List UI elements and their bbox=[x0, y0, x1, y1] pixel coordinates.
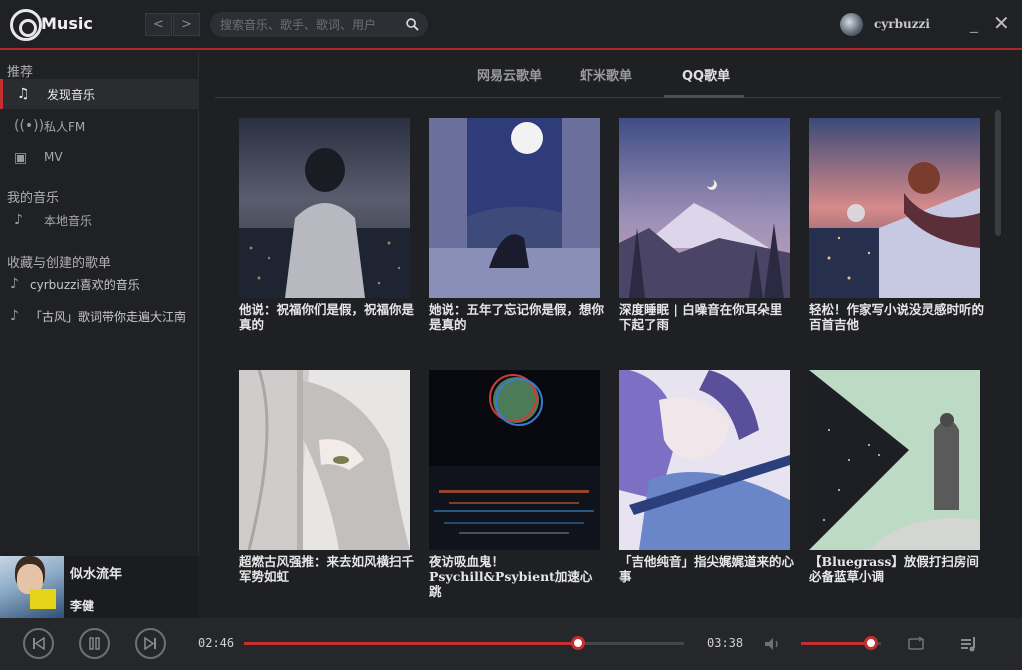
current-time: 02:46 bbox=[198, 636, 235, 650]
music-note-icon: ♫ bbox=[17, 86, 30, 102]
music-note-icon: ♪ bbox=[14, 212, 23, 228]
sidebar-item-private-fm[interactable]: ((•)) 私人FM bbox=[0, 111, 199, 141]
sidebar-playlist-liked[interactable]: ♪ cyrbuzzi喜欢的音乐 bbox=[0, 269, 199, 299]
sidebar-item-local-music[interactable]: ♪ 本地音乐 bbox=[0, 205, 199, 235]
username[interactable]: cyrbuzzi bbox=[874, 17, 930, 31]
playlist-title[interactable]: 超燃古风强推：来去如风横扫千军势如虹 bbox=[239, 554, 414, 584]
playlist-cover[interactable] bbox=[429, 118, 600, 298]
playlist-cover[interactable] bbox=[619, 118, 790, 298]
main-content: 网易云歌单 虾米歌单 QQ歌单 他说：祝福你们是假，祝福你是真的 她说：五年了忘… bbox=[200, 52, 1022, 618]
sidebar-item-label: 私人FM bbox=[44, 120, 86, 134]
user-avatar[interactable] bbox=[840, 13, 863, 36]
sidebar-item-discover-music[interactable]: ♫ 发现音乐 bbox=[0, 79, 199, 109]
volume-fill bbox=[801, 642, 871, 645]
playlist-title[interactable]: 深度睡眠 | 白噪音在你耳朵里下起了雨 bbox=[619, 302, 794, 332]
volume-handle[interactable] bbox=[864, 636, 878, 650]
tab-xiami[interactable]: 虾米歌单 bbox=[580, 65, 632, 84]
playlist-cover[interactable] bbox=[429, 370, 600, 550]
sidebar: 推荐 ♫ 发现音乐 ((•)) 私人FM ▣ MV 我的音乐 ♪ 本地音乐 收藏… bbox=[0, 52, 199, 556]
playlist-title[interactable]: 轻松！作家写小说没灵感时听的百首吉他 bbox=[809, 302, 984, 332]
playlist-title[interactable]: 夜访吸血鬼！Psychill&Psybient加速心跳 bbox=[429, 554, 604, 599]
app-title: Music bbox=[41, 14, 93, 33]
sidebar-item-label: MV bbox=[44, 150, 63, 164]
playlist-title[interactable]: 「吉他纯音」指尖娓娓道来的心事 bbox=[619, 554, 794, 584]
section-title-recommend: 推荐 bbox=[7, 65, 34, 80]
progress-handle[interactable] bbox=[571, 636, 585, 650]
playlist-cover[interactable] bbox=[619, 370, 790, 550]
sidebar-item-label: 本地音乐 bbox=[44, 214, 93, 228]
volume-slider[interactable] bbox=[801, 636, 881, 650]
search-input[interactable] bbox=[220, 15, 400, 34]
music-note-icon: ♪ bbox=[10, 308, 19, 324]
playlist-cover[interactable] bbox=[239, 118, 410, 298]
tab-netease[interactable]: 网易云歌单 bbox=[477, 65, 542, 84]
playlist-title[interactable]: 【Bluegrass】放假打扫房间必备蓝草小调 bbox=[809, 554, 984, 584]
player-bar: 02:46 03:38 bbox=[0, 618, 1022, 670]
close-button[interactable]: ✕ bbox=[993, 12, 1011, 34]
sidebar-item-label: cyrbuzzi喜欢的音乐 bbox=[30, 278, 140, 292]
radio-icon: ((•)) bbox=[14, 118, 45, 134]
pause-button[interactable] bbox=[79, 628, 110, 659]
playlist-cover[interactable] bbox=[239, 370, 410, 550]
app-logo-icon bbox=[10, 9, 42, 41]
music-note-icon: ♪ bbox=[10, 276, 19, 292]
back-button[interactable]: < bbox=[145, 13, 172, 36]
search-box[interactable] bbox=[210, 12, 428, 37]
loop-icon[interactable] bbox=[907, 635, 925, 653]
song-artist: 李健 bbox=[70, 599, 95, 613]
progress-bar[interactable] bbox=[244, 636, 684, 650]
search-icon[interactable] bbox=[406, 18, 419, 31]
progress-fill bbox=[244, 642, 578, 645]
music-app-window: Music < > cyrbuzzi _ ✕ 推荐 ♫ 发现音乐 ((•)) 私… bbox=[0, 0, 1022, 670]
album-cover[interactable] bbox=[0, 556, 64, 618]
volume-icon[interactable] bbox=[763, 635, 781, 653]
playlist-source-tabs: 网易云歌单 虾米歌单 QQ歌单 bbox=[215, 52, 1001, 98]
tab-qq[interactable]: QQ歌单 bbox=[682, 65, 730, 84]
previous-button[interactable] bbox=[23, 628, 54, 659]
pause-icon bbox=[89, 637, 100, 650]
forward-button[interactable]: > bbox=[173, 13, 200, 36]
playlist-grid: 他说：祝福你们是假，祝福你是真的 她说：五年了忘记你是假，想你是真的 深度睡眠 … bbox=[200, 98, 995, 618]
total-time: 03:38 bbox=[707, 636, 744, 650]
sidebar-item-mv[interactable]: ▣ MV bbox=[0, 143, 199, 173]
playlist-cover[interactable] bbox=[809, 370, 980, 550]
sidebar-item-label: 发现音乐 bbox=[47, 88, 96, 102]
next-icon bbox=[144, 637, 156, 650]
minimize-button[interactable]: _ bbox=[970, 14, 984, 34]
next-button[interactable] bbox=[135, 628, 166, 659]
now-playing-panel[interactable]: 似水流年 李健 bbox=[0, 556, 199, 618]
previous-icon bbox=[33, 637, 45, 650]
playlist-title[interactable]: 她说：五年了忘记你是假，想你是真的 bbox=[429, 302, 604, 332]
playlist-cover[interactable] bbox=[809, 118, 980, 298]
content-scrollbar[interactable] bbox=[995, 110, 1001, 236]
video-icon: ▣ bbox=[14, 150, 28, 166]
section-title-my-music: 我的音乐 bbox=[7, 191, 60, 206]
title-bar: Music < > cyrbuzzi _ ✕ bbox=[0, 0, 1022, 50]
song-title: 似水流年 bbox=[70, 567, 123, 582]
playlist-queue-icon[interactable] bbox=[960, 635, 978, 653]
playlist-title[interactable]: 他说：祝福你们是假，祝福你是真的 bbox=[239, 302, 414, 332]
sidebar-playlist-gufeng[interactable]: ♪ 「古风」歌词带你走遍大江南 bbox=[0, 301, 199, 331]
sidebar-item-label: 「古风」歌词带你走遍大江南 bbox=[30, 310, 187, 324]
